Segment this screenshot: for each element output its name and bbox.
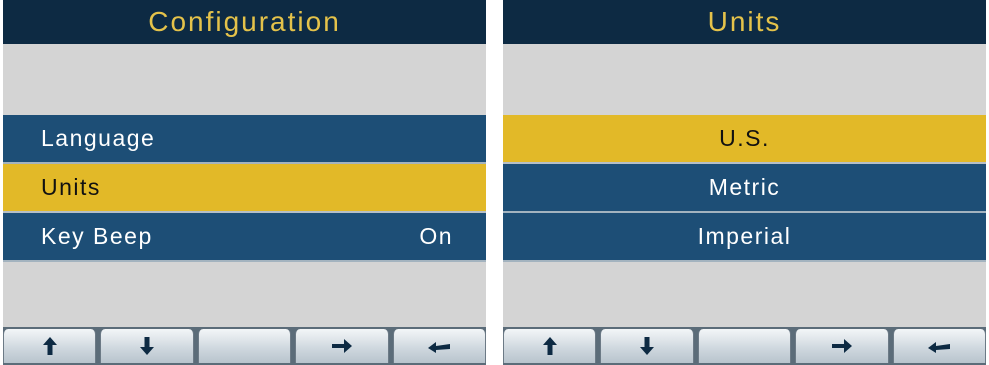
menu-item-label: Language [41,125,156,151]
up-arrow-icon [542,337,557,355]
right-arrow-icon [331,339,352,353]
menu-item-language[interactable]: Language [3,115,486,164]
down-arrow-icon [140,337,155,355]
down-softkey[interactable] [100,329,194,363]
menu-item-units[interactable]: Units [3,164,486,213]
menu-item-imperial[interactable]: Imperial [503,213,986,262]
menu-item-label: U.S. [719,125,770,151]
menu-item-value: On [419,223,453,249]
softkey-bar [3,327,487,365]
back-softkey[interactable] [392,329,487,363]
menu-item-label: Key Beep [41,223,153,249]
configuration-screen: Configuration Language Units Key Beep On [3,0,487,365]
back-softkey[interactable] [892,329,987,363]
menu-item-label: Metric [708,174,781,200]
units-screen: Units U.S. Metric Imperial [503,0,987,365]
down-arrow-icon [640,337,655,355]
blank-softkey[interactable] [697,329,792,363]
menu-item-key-beep[interactable]: Key Beep On [3,213,486,262]
right-arrow-icon [831,339,852,353]
blank-softkey[interactable] [197,329,292,363]
back-arrow-icon [428,342,451,353]
screen-title: Configuration [3,0,486,44]
up-arrow-icon [42,337,57,355]
back-arrow-icon [928,342,951,353]
menu-item-label: Imperial [697,223,792,249]
menu-item-us[interactable]: U.S. [503,115,986,164]
units-menu: U.S. Metric Imperial [503,115,986,262]
softkey-bar [503,327,987,365]
up-softkey[interactable] [503,329,597,363]
menu-item-label: Units [41,174,101,200]
right-softkey[interactable] [795,329,889,363]
down-softkey[interactable] [600,329,694,363]
up-softkey[interactable] [3,329,97,363]
right-softkey[interactable] [295,329,389,363]
configuration-menu: Language Units Key Beep On [3,115,486,262]
menu-item-metric[interactable]: Metric [503,164,986,213]
screen-title: Units [503,0,986,44]
